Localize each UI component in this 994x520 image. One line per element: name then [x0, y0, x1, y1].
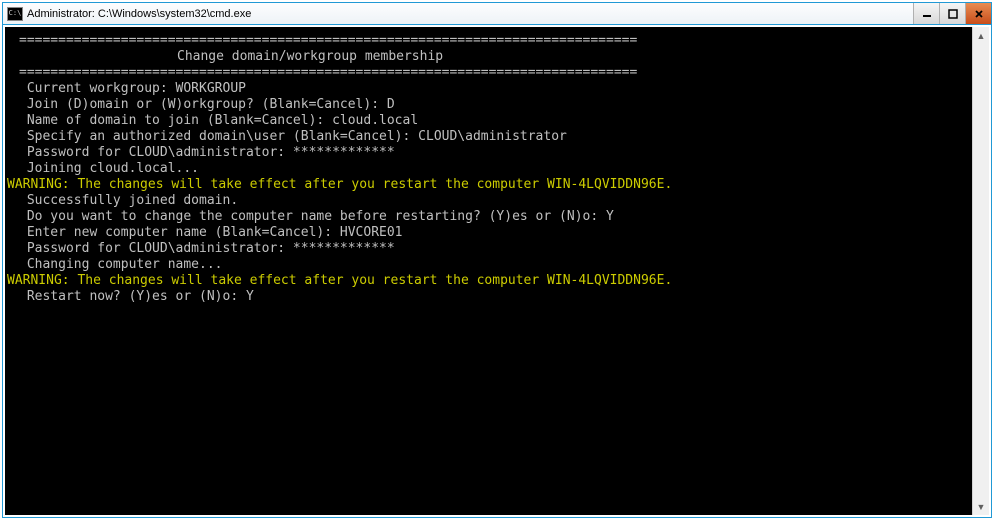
restart-prompt-line: Restart now? (Y)es or (N)o: Y	[7, 289, 972, 305]
rename-prompt-line: Do you want to change the computer name …	[7, 209, 972, 225]
dialog-header: Change domain/workgroup membership	[7, 49, 972, 65]
titlebar[interactable]: C:\ Administrator: C:\Windows\system32\c…	[3, 3, 991, 25]
window-title: Administrator: C:\Windows\system32\cmd.e…	[27, 8, 913, 20]
client-area: ========================================…	[3, 25, 991, 517]
rule-line: ========================================…	[7, 33, 972, 49]
scroll-up-arrow-icon[interactable]: ▲	[973, 27, 989, 44]
password-line: Password for CLOUD\administrator: ******…	[7, 241, 972, 257]
maximize-button[interactable]	[939, 3, 965, 24]
domain-name-line: Name of domain to join (Blank=Cancel): c…	[7, 113, 972, 129]
cmd-icon: C:\	[7, 7, 23, 21]
changing-line: Changing computer name...	[7, 257, 972, 273]
password-line: Password for CLOUD\administrator: ******…	[7, 145, 972, 161]
vertical-scrollbar[interactable]: ▲ ▼	[972, 27, 989, 515]
warning-line: WARNING: The changes will take effect af…	[7, 177, 972, 193]
minimize-button[interactable]	[913, 3, 939, 24]
scroll-down-arrow-icon[interactable]: ▼	[973, 498, 989, 515]
terminal-output[interactable]: ========================================…	[5, 27, 972, 515]
window-controls	[913, 3, 991, 24]
current-workgroup-line: Current workgroup: WORKGROUP	[7, 81, 972, 97]
joining-line: Joining cloud.local...	[7, 161, 972, 177]
rule-line: ========================================…	[7, 65, 972, 81]
join-prompt-line: Join (D)omain or (W)orkgroup? (Blank=Can…	[7, 97, 972, 113]
close-button[interactable]	[965, 3, 991, 24]
auth-user-line: Specify an authorized domain\user (Blank…	[7, 129, 972, 145]
joined-line: Successfully joined domain.	[7, 193, 972, 209]
new-name-line: Enter new computer name (Blank=Cancel): …	[7, 225, 972, 241]
cmd-window: C:\ Administrator: C:\Windows\system32\c…	[2, 2, 992, 518]
warning-line: WARNING: The changes will take effect af…	[7, 273, 972, 289]
